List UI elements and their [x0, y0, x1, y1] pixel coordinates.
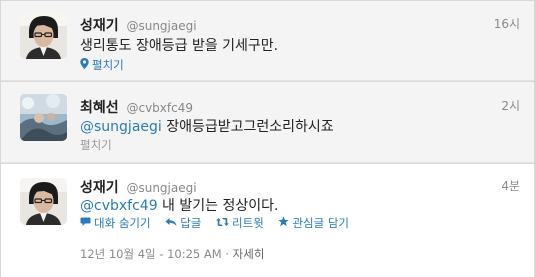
avatar[interactable] [20, 178, 67, 225]
tweet-item[interactable]: 성재기 @sungjaegi 4분 @cvbxfc49 내 발기는 정상이다. … [1, 163, 534, 277]
tweet-time[interactable]: 2시 [501, 97, 520, 114]
meta-separator: · [221, 247, 233, 261]
tweet-time[interactable]: 16시 [494, 15, 520, 32]
tweet-text: @sungjaegi 장애등급받고그런소리하시죠 [80, 116, 334, 136]
star-icon [278, 216, 290, 230]
avatar[interactable] [20, 12, 67, 59]
reply-button[interactable]: 답글 [165, 216, 205, 230]
user-name[interactable]: 최혜선 [80, 100, 119, 116]
tweet-header: 성재기 @sungjaegi 4분 [80, 177, 520, 196]
avatar[interactable] [20, 94, 67, 141]
expand-link[interactable]: 펼치기 [80, 137, 112, 153]
tweet-header: 성재기 @sungjaegi 16시 [80, 15, 520, 34]
tweet-item[interactable]: 최혜선 @cvbxfc49 2시 @sungjaegi 장애등급받고그런소리하시… [1, 81, 534, 163]
retweet-button[interactable]: 리트윗 [216, 216, 267, 230]
details-link[interactable]: 자세히 [233, 247, 265, 261]
user-name[interactable]: 성재기 [80, 180, 119, 196]
tweet-body: 장애등급받고그런소리하시죠 [161, 119, 334, 135]
user-handle[interactable]: @sungjaegi [126, 19, 196, 33]
hide-conversation-button[interactable]: 대화 숨기기 [80, 216, 154, 230]
mention-link[interactable]: @cvbxfc49 [80, 198, 158, 214]
tweet-time[interactable]: 4분 [501, 177, 520, 194]
tweet-text: 생리통도 장애등급 받을 기세구만. [80, 38, 279, 54]
retweet-icon [216, 217, 229, 230]
tweet-timestamp[interactable]: 12년 10월 4일 - 10:25 AM [80, 247, 222, 261]
tweet-actions: 대화 숨기기 답글 리트윗 관심글 담기 [80, 215, 360, 231]
reply-label: 답글 [180, 216, 202, 230]
favorite-label: 관심글 담기 [292, 216, 350, 230]
hide-conversation-label: 대화 숨기기 [94, 216, 151, 230]
reply-arrow-icon [165, 217, 177, 230]
location-pin-icon [80, 58, 89, 72]
expand-label[interactable]: 펼치기 [92, 58, 124, 72]
user-name[interactable]: 성재기 [80, 18, 119, 34]
tweet-meta: 12년 10월 4일 - 10:25 AM · 자세히 [80, 246, 264, 262]
tweet-header: 최혜선 @cvbxfc49 2시 [80, 97, 520, 116]
tweet-body: 내 발기는 정상이다. [157, 198, 279, 214]
user-handle[interactable]: @sungjaegi [126, 181, 196, 195]
tweet-text: @cvbxfc49 내 발기는 정상이다. [80, 195, 278, 215]
mention-link[interactable]: @sungjaegi [80, 119, 162, 135]
favorite-button[interactable]: 관심글 담기 [278, 216, 349, 230]
user-handle[interactable]: @cvbxfc49 [126, 101, 193, 115]
retweet-label: 리트윗 [232, 216, 264, 230]
speech-bubble-icon [80, 217, 91, 230]
tweet-timeline: 성재기 @sungjaegi 16시 생리통도 장애등급 받을 기세구만. 펼치… [0, 0, 535, 277]
expand-link[interactable]: 펼치기 [80, 57, 124, 73]
tweet-item[interactable]: 성재기 @sungjaegi 16시 생리통도 장애등급 받을 기세구만. 펼치… [1, 1, 534, 81]
